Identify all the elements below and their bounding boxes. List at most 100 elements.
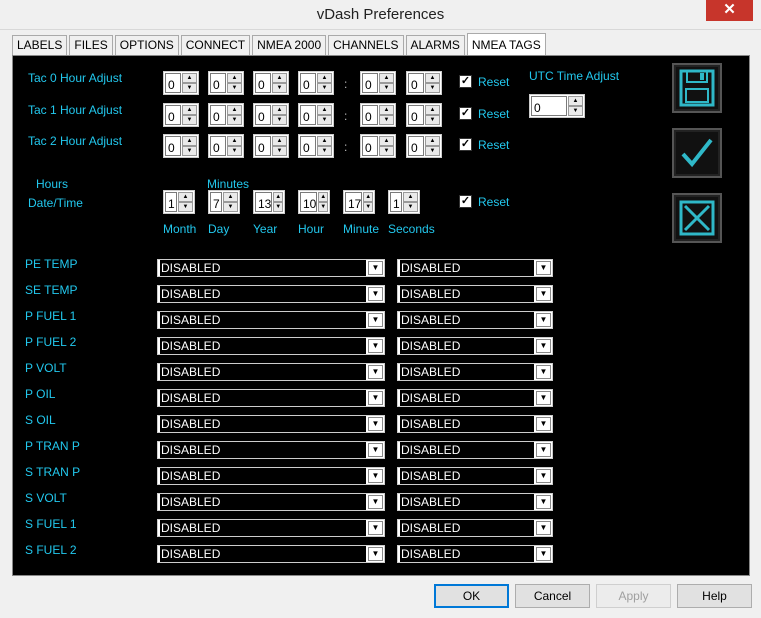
tac-1-reset-checkbox[interactable]: ✓ — [459, 107, 472, 120]
tac-1-stepper-3[interactable]: 0 ▲ ▼ — [298, 103, 334, 127]
chevron-down-icon[interactable]: ▼ — [368, 287, 383, 301]
tac-0-stepper-2[interactable]: 0 ▲ ▼ — [253, 71, 289, 95]
datetime-stepper-2-value[interactable]: 13 — [255, 192, 273, 212]
tac-1-stepper-5-value[interactable]: 0 — [408, 105, 424, 125]
tag-left-select[interactable]: DISABLED ▼ — [157, 363, 385, 381]
tab-nmea-2000[interactable]: NMEA 2000 — [252, 35, 327, 55]
tab-labels[interactable]: LABELS — [12, 35, 68, 55]
save-button[interactable] — [672, 63, 722, 113]
tac-0-stepper-4-value[interactable]: 0 — [362, 73, 378, 93]
chevron-down-icon[interactable]: ▼ — [536, 417, 551, 431]
tag-right-select[interactable]: DISABLED ▼ — [397, 415, 553, 433]
chevron-down-icon[interactable]: ▼ — [368, 521, 383, 535]
tac-0-stepper-1[interactable]: 0 ▲ ▼ — [208, 71, 244, 95]
spin-down-icon[interactable]: ▼ — [318, 202, 328, 212]
spin-up-icon[interactable]: ▲ — [379, 136, 394, 146]
tag-right-select[interactable]: DISABLED ▼ — [397, 389, 553, 407]
spin-down-icon[interactable]: ▼ — [317, 83, 332, 93]
spin-down-icon[interactable]: ▼ — [379, 115, 394, 125]
help-button[interactable]: Help — [677, 584, 752, 608]
tac-2-stepper-2[interactable]: 0 ▲ ▼ — [253, 134, 289, 158]
datetime-stepper-2[interactable]: 13 ▲ ▼ — [253, 190, 285, 214]
tac-1-stepper-3-value[interactable]: 0 — [300, 105, 316, 125]
tab-channels[interactable]: CHANNELS — [328, 35, 404, 55]
ok-button[interactable]: OK — [434, 584, 509, 608]
tac-0-reset-checkbox[interactable]: ✓ — [459, 75, 472, 88]
chevron-down-icon[interactable]: ▼ — [368, 417, 383, 431]
cancel-button[interactable]: Cancel — [515, 584, 590, 608]
chevron-down-icon[interactable]: ▼ — [536, 521, 551, 535]
chevron-down-icon[interactable]: ▼ — [536, 339, 551, 353]
chevron-down-icon[interactable]: ▼ — [536, 365, 551, 379]
datetime-stepper-5-value[interactable]: 1 — [390, 192, 402, 212]
tab-connect[interactable]: CONNECT — [180, 35, 251, 55]
spin-up-icon[interactable]: ▲ — [317, 73, 332, 83]
tac-2-stepper-0-value[interactable]: 0 — [165, 136, 181, 156]
spin-down-icon[interactable]: ▼ — [227, 115, 242, 125]
spin-up-icon[interactable]: ▲ — [223, 192, 238, 202]
tac-2-stepper-0[interactable]: 0 ▲ ▼ — [163, 134, 199, 158]
tag-left-select[interactable]: DISABLED ▼ — [157, 389, 385, 407]
spin-down-icon[interactable]: ▼ — [273, 202, 283, 212]
tab-options[interactable]: OPTIONS — [114, 35, 179, 55]
spin-down-icon[interactable]: ▼ — [223, 202, 238, 212]
close-button[interactable]: ✕ — [706, 0, 753, 21]
tag-right-select[interactable]: DISABLED ▼ — [397, 545, 553, 563]
tac-1-stepper-0-value[interactable]: 0 — [165, 105, 181, 125]
spin-down-icon[interactable]: ▼ — [272, 146, 287, 156]
spin-up-icon[interactable]: ▲ — [182, 105, 197, 115]
tag-left-select[interactable]: DISABLED ▼ — [157, 259, 385, 277]
spin-up-icon[interactable]: ▲ — [178, 192, 193, 202]
spin-up-icon[interactable]: ▲ — [182, 136, 197, 146]
spin-up-icon[interactable]: ▲ — [227, 73, 242, 83]
tag-right-select[interactable]: DISABLED ▼ — [397, 311, 553, 329]
tag-left-select[interactable]: DISABLED ▼ — [157, 519, 385, 537]
tab-nmea-tags[interactable]: NMEA TAGS — [466, 33, 546, 55]
chevron-down-icon[interactable]: ▼ — [536, 443, 551, 457]
spin-down-icon[interactable]: ▼ — [227, 146, 242, 156]
tac-1-stepper-2-value[interactable]: 0 — [255, 105, 271, 125]
tag-left-select[interactable]: DISABLED ▼ — [157, 493, 385, 511]
spin-down-icon[interactable]: ▼ — [317, 146, 332, 156]
chevron-down-icon[interactable]: ▼ — [536, 495, 551, 509]
spin-down-icon[interactable]: ▼ — [403, 202, 418, 212]
chevron-down-icon[interactable]: ▼ — [368, 313, 383, 327]
spin-up-icon[interactable]: ▲ — [227, 136, 242, 146]
chevron-down-icon[interactable]: ▼ — [368, 339, 383, 353]
spin-down-icon[interactable]: ▼ — [363, 202, 373, 212]
tag-right-select[interactable]: DISABLED ▼ — [397, 493, 553, 511]
chevron-down-icon[interactable]: ▼ — [536, 287, 551, 301]
tag-right-select[interactable]: DISABLED ▼ — [397, 259, 553, 277]
chevron-down-icon[interactable]: ▼ — [536, 391, 551, 405]
tac-1-stepper-5[interactable]: 0 ▲ ▼ — [406, 103, 442, 127]
tac-1-stepper-2[interactable]: 0 ▲ ▼ — [253, 103, 289, 127]
spin-down-icon[interactable]: ▼ — [379, 83, 394, 93]
tab-alarms[interactable]: ALARMS — [405, 35, 465, 55]
datetime-reset-checkbox[interactable]: ✓ — [459, 195, 472, 208]
spin-up-icon[interactable]: ▲ — [227, 105, 242, 115]
tac-1-stepper-1-value[interactable]: 0 — [210, 105, 226, 125]
utc-up-icon[interactable]: ▲ — [568, 96, 583, 106]
tac-2-stepper-3[interactable]: 0 ▲ ▼ — [298, 134, 334, 158]
utc-value[interactable]: 0 — [531, 96, 567, 116]
discard-button[interactable] — [672, 193, 722, 243]
tac-2-stepper-1[interactable]: 0 ▲ ▼ — [208, 134, 244, 158]
tac-0-stepper-2-value[interactable]: 0 — [255, 73, 271, 93]
tac-0-stepper-0-value[interactable]: 0 — [165, 73, 181, 93]
tag-left-select[interactable]: DISABLED ▼ — [157, 545, 385, 563]
datetime-stepper-4[interactable]: 17 ▲ ▼ — [343, 190, 375, 214]
spin-up-icon[interactable]: ▲ — [273, 192, 283, 202]
datetime-stepper-0-value[interactable]: 1 — [165, 192, 177, 212]
chevron-down-icon[interactable]: ▼ — [368, 547, 383, 561]
datetime-stepper-3-value[interactable]: 10 — [300, 192, 318, 212]
spin-down-icon[interactable]: ▼ — [227, 83, 242, 93]
spin-up-icon[interactable]: ▲ — [403, 192, 418, 202]
spin-up-icon[interactable]: ▲ — [317, 105, 332, 115]
tag-left-select[interactable]: DISABLED ▼ — [157, 441, 385, 459]
spin-down-icon[interactable]: ▼ — [272, 83, 287, 93]
chevron-down-icon[interactable]: ▼ — [536, 469, 551, 483]
tac-1-stepper-1[interactable]: 0 ▲ ▼ — [208, 103, 244, 127]
spin-down-icon[interactable]: ▼ — [182, 115, 197, 125]
tag-right-select[interactable]: DISABLED ▼ — [397, 285, 553, 303]
tag-right-select[interactable]: DISABLED ▼ — [397, 467, 553, 485]
